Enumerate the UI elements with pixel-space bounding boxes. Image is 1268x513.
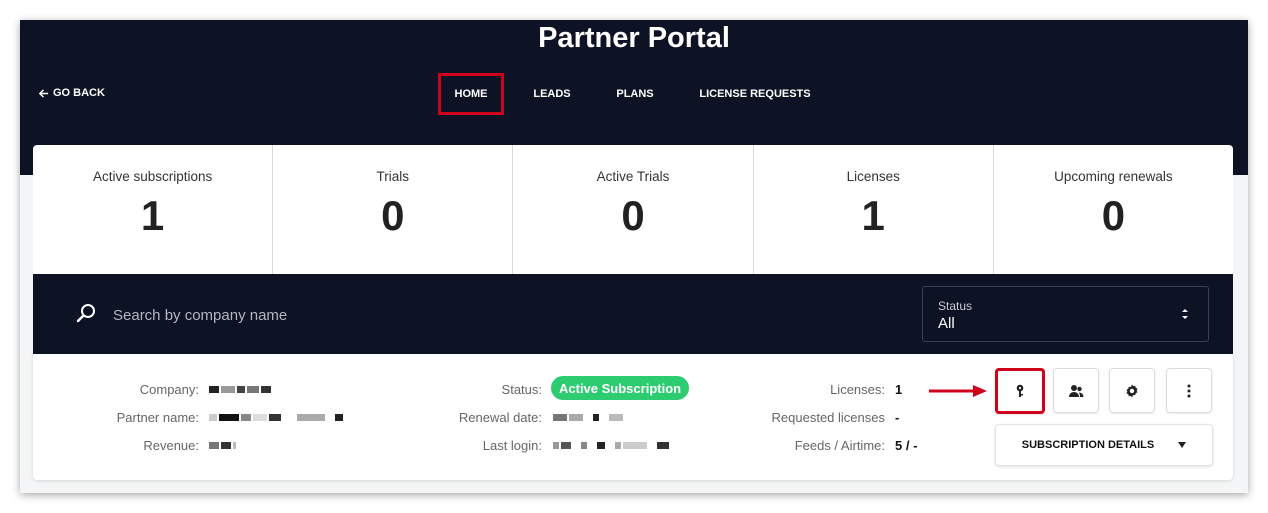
status-select-label: Status — [938, 299, 973, 313]
feeds-value: 5 / - — [895, 438, 918, 453]
users-icon — [1069, 384, 1084, 397]
more-vertical-icon — [1187, 384, 1191, 397]
renewal-date-label: Renewal date: — [458, 410, 542, 425]
license-key-button[interactable] — [995, 368, 1045, 414]
nav-leads[interactable]: LEADS — [520, 73, 584, 115]
app-title: Partner Portal — [538, 22, 730, 54]
stat-label: Active Trials — [596, 169, 670, 184]
nav-license-requests[interactable]: LICENSE REQUESTS — [692, 73, 818, 115]
revenue-label: Revenue: — [143, 438, 199, 453]
main-nav: HOME LEADS PLANS LICENSE REQUESTS — [20, 73, 1248, 115]
search-icon — [76, 304, 95, 323]
stat-label: Licenses — [846, 169, 900, 184]
stats-panel: Active subscriptions 1 Trials 0 Active T… — [33, 145, 1233, 274]
last-login-label: Last login: — [482, 438, 542, 453]
licenses-label: Licenses: — [830, 382, 885, 397]
stat-active-trials: Active Trials 0 — [513, 145, 754, 274]
last-login-value-redacted — [553, 442, 669, 449]
stat-value: 0 — [1101, 192, 1126, 239]
stat-label: Trials — [376, 169, 410, 184]
feeds-label: Feeds / Airtime: — [794, 438, 885, 453]
status-select[interactable]: Status All — [922, 286, 1209, 342]
filter-bar: Status All — [33, 274, 1233, 354]
company-label: Company: — [139, 382, 199, 397]
requested-licenses-label: Requested licenses — [771, 410, 885, 425]
partner-name-label: Partner name: — [116, 410, 199, 425]
stat-licenses: Licenses 1 — [754, 145, 994, 274]
stat-value: 1 — [861, 192, 885, 239]
subscription-details-label: SUBSCRIPTION DETAILS — [1021, 439, 1155, 451]
stat-value: 0 — [381, 192, 405, 239]
subscription-card: Company: Partner name: Revenue: Status: … — [33, 354, 1233, 480]
more-options-button[interactable] — [1166, 368, 1212, 413]
app-window: Partner Portal GO BACK HOME LEADS PLANS … — [20, 20, 1248, 493]
status-badge: Active Subscription — [551, 376, 690, 400]
stat-label: Active subscriptions — [92, 169, 213, 184]
status-select-value: All — [938, 315, 955, 332]
status-label: Status: — [501, 382, 542, 397]
users-button[interactable] — [1053, 368, 1099, 413]
company-value-redacted — [209, 386, 271, 393]
stat-label: Upcoming renewals — [1054, 169, 1173, 184]
search-input[interactable] — [113, 302, 613, 328]
key-pin-icon — [1016, 384, 1024, 397]
revenue-value-redacted — [209, 442, 236, 449]
caret-down-icon — [1178, 442, 1187, 448]
stat-value: 0 — [621, 192, 645, 239]
settings-button[interactable] — [1109, 368, 1155, 413]
requested-licenses-value: - — [895, 410, 900, 425]
stat-value: 1 — [140, 192, 165, 239]
nav-plans[interactable]: PLANS — [604, 73, 666, 115]
nav-home[interactable]: HOME — [438, 73, 504, 115]
stat-upcoming-renewals: Upcoming renewals 0 — [994, 145, 1233, 274]
stat-active-subscriptions: Active subscriptions 1 — [33, 145, 274, 274]
stat-trials: Trials 0 — [273, 145, 514, 274]
partner-name-value-redacted — [209, 414, 343, 421]
renewal-date-value-redacted — [553, 414, 623, 421]
licenses-value: 1 — [895, 382, 903, 397]
subscription-details-button[interactable]: SUBSCRIPTION DETAILS — [995, 424, 1213, 466]
gear-icon — [1126, 384, 1138, 397]
sort-arrows-icon — [1182, 309, 1188, 319]
annotation-arrow-icon — [929, 385, 987, 397]
